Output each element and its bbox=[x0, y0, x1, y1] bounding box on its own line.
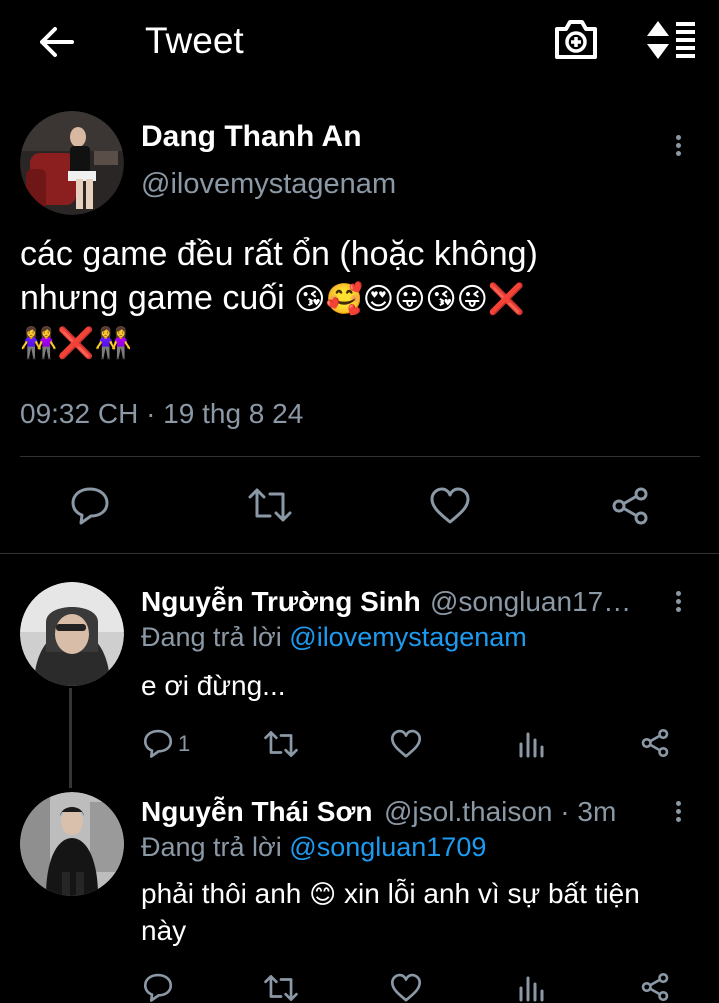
author-handle[interactable]: @jsol.thaison · 3m bbox=[384, 796, 616, 828]
retweet-icon[interactable] bbox=[264, 973, 298, 1003]
tweet-text-words: nhưng game cuối bbox=[20, 279, 285, 317]
tweet-text-line: các game đều rất ổn (hoặc không) bbox=[20, 235, 538, 273]
replying-to-label: Đang trả lời bbox=[141, 622, 282, 652]
retweet-icon[interactable] bbox=[248, 486, 292, 524]
views-analytics-icon[interactable] bbox=[518, 728, 546, 758]
divider bbox=[0, 553, 719, 554]
divider bbox=[20, 456, 700, 457]
mention-link[interactable]: @ilovemystagenam bbox=[289, 622, 527, 652]
author-name[interactable]: Dang Thanh An bbox=[141, 120, 362, 154]
replying-to: Đang trả lời @songluan1709 bbox=[141, 832, 486, 863]
emoji-sequence: 😘🥰😍😛😘😜❌ bbox=[294, 282, 526, 317]
reply-icon[interactable] bbox=[143, 728, 173, 758]
more-options-icon[interactable] bbox=[673, 132, 683, 162]
avatar[interactable] bbox=[20, 582, 124, 686]
like-heart-icon[interactable] bbox=[429, 487, 471, 525]
share-icon[interactable] bbox=[640, 728, 670, 758]
more-options-icon[interactable] bbox=[673, 798, 683, 828]
views-analytics-icon[interactable] bbox=[518, 972, 546, 1002]
like-heart-icon[interactable] bbox=[390, 729, 422, 759]
reply-text-line: này bbox=[141, 915, 187, 946]
avatar[interactable] bbox=[20, 111, 124, 215]
replying-to: Đang trả lời @ilovemystagenam bbox=[141, 622, 527, 653]
share-icon[interactable] bbox=[610, 486, 650, 526]
reply-text: e ơi đừng... bbox=[141, 670, 286, 701]
reply-text-line: xin lỗi anh vì sự bất tiện bbox=[344, 878, 640, 909]
author-name[interactable]: Nguyễn Trường Sinh bbox=[141, 586, 421, 618]
arrow-left-icon[interactable] bbox=[36, 22, 76, 62]
sort-list-icon[interactable] bbox=[645, 19, 697, 61]
top-app-bar: Tweet bbox=[0, 0, 719, 84]
share-icon[interactable] bbox=[640, 972, 670, 1002]
author-handle[interactable]: @songluan17… bbox=[430, 586, 631, 618]
more-options-icon[interactable] bbox=[673, 588, 683, 618]
smile-emoji: 😊 bbox=[309, 880, 337, 910]
mention-link[interactable]: @songluan1709 bbox=[289, 832, 486, 862]
author-name[interactable]: Nguyễn Thái Sơn bbox=[141, 796, 372, 828]
reply-count: 1 bbox=[178, 731, 191, 756]
author-handle[interactable]: @ilovemystagenam bbox=[141, 168, 396, 201]
tweet-timestamp[interactable]: 09:32 CH · 19 thg 8 24 bbox=[20, 398, 303, 430]
reply-text-line: phải thôi anh bbox=[141, 878, 302, 909]
camera-plus-icon[interactable] bbox=[553, 17, 599, 61]
tweet-text-line: nhưng game cuối 😘🥰😍😛😘😜❌ bbox=[20, 276, 700, 322]
like-heart-icon[interactable] bbox=[390, 973, 422, 1003]
reply-text: phải thôi anh 😊 xin lỗi anh vì sự bất ti… bbox=[141, 876, 640, 949]
thread-connector bbox=[69, 688, 72, 788]
page-title: Tweet bbox=[145, 20, 244, 61]
reply-icon[interactable] bbox=[70, 485, 110, 525]
avatar[interactable] bbox=[20, 792, 124, 896]
emoji-sequence: 👭❌👭 bbox=[20, 326, 133, 361]
reply-icon[interactable] bbox=[143, 972, 173, 1002]
tweet-text: các game đều rất ổn (hoặc không) nhưng g… bbox=[20, 232, 700, 366]
retweet-icon[interactable] bbox=[264, 729, 298, 759]
replying-to-label: Đang trả lời bbox=[141, 832, 282, 862]
